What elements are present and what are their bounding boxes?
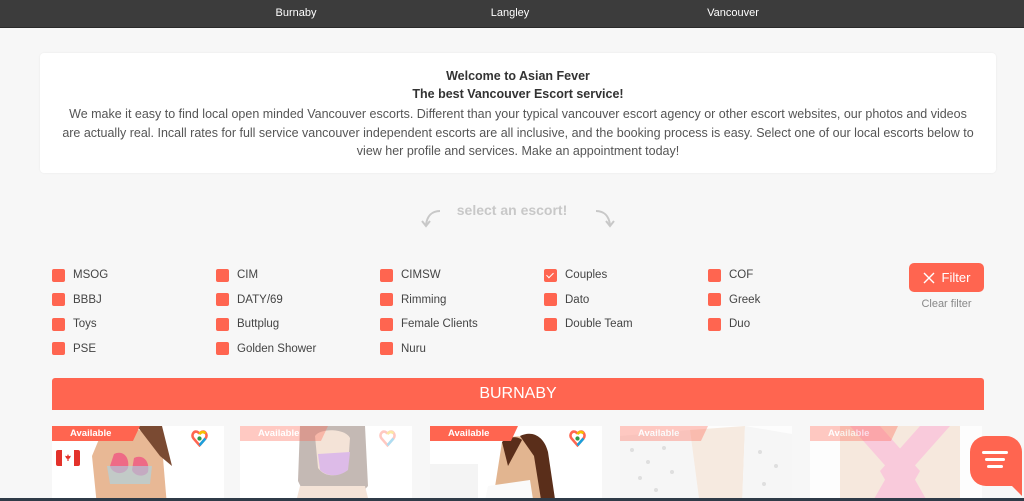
filter-golden-shower[interactable]: Golden Shower (216, 339, 366, 359)
filter-label: CIMSW (401, 269, 441, 281)
available-badge: Available (430, 426, 518, 441)
filter-bbbj[interactable]: BBBJ (52, 290, 202, 310)
welcome-title: Welcome to Asian Fever (446, 69, 590, 83)
filter-buttplug[interactable]: Buttplug (216, 314, 366, 334)
filter-label: DATY/69 (237, 293, 283, 306)
select-escort-hint: select an escort! (456, 202, 568, 218)
welcome-panel: Welcome to Asian Fever The best Vancouve… (40, 53, 996, 173)
checkbox[interactable] (380, 317, 393, 331)
checkbox[interactable] (708, 317, 721, 331)
checkbox[interactable] (544, 317, 557, 331)
curved-arrow-right-icon (592, 208, 616, 230)
checkbox[interactable] (52, 317, 65, 331)
checkbox[interactable] (216, 293, 229, 306)
checkbox[interactable] (380, 342, 393, 355)
filter-female-clients[interactable]: Female Clients (380, 314, 530, 334)
chat-widget-button[interactable] (970, 436, 1022, 486)
filter-nuru[interactable]: Nuru (380, 339, 530, 359)
escort-card[interactable]: Available (430, 426, 602, 501)
filter-label: Duo (729, 318, 751, 330)
filter-toys[interactable]: Toys (52, 314, 202, 334)
filter-couples[interactable]: Couples (544, 265, 694, 285)
checkbox[interactable] (52, 342, 65, 355)
filter-label: Nuru (401, 342, 426, 355)
filter-cof[interactable]: COF (708, 265, 858, 285)
filter-label: Golden Shower (237, 342, 317, 355)
filter-cim[interactable]: CIM (216, 265, 366, 285)
verified-heart-icon (569, 430, 586, 447)
top-nav: Burnaby Langley Vancouver (0, 0, 1024, 28)
checkbox[interactable] (216, 317, 229, 331)
checkbox[interactable] (380, 268, 393, 282)
filter-label: CIM (237, 269, 259, 281)
filter-label: Buttplug (237, 318, 280, 330)
filter-cimsw[interactable]: CIMSW (380, 265, 530, 285)
checkbox[interactable] (52, 268, 65, 282)
filter-greek[interactable]: Greek (708, 290, 858, 310)
filter-double-team[interactable]: Double Team (544, 314, 694, 334)
filter-dato[interactable]: Dato (544, 290, 694, 310)
filter-pse[interactable]: PSE (52, 339, 202, 359)
nav-link-vancouver[interactable]: Vancouver (707, 7, 759, 19)
filter-label: Couples (565, 269, 608, 281)
checkbox[interactable] (380, 293, 393, 306)
filter-label: Greek (729, 293, 761, 306)
filter-button-label: Filter (941, 270, 971, 285)
filter-label: Dato (565, 293, 590, 306)
available-badge: Available (240, 426, 328, 441)
checkbox-checked[interactable] (544, 268, 557, 282)
nav-link-langley[interactable]: Langley (491, 7, 530, 19)
region-header: BURNABY (52, 378, 984, 410)
filter-msog[interactable]: MSOG (52, 265, 202, 285)
clear-filter-link[interactable]: Clear filter (909, 298, 984, 310)
checkbox[interactable] (52, 293, 65, 306)
filter-label: Toys (73, 318, 97, 330)
verified-heart-icon (191, 430, 208, 447)
checkbox[interactable] (216, 268, 229, 282)
escort-card[interactable]: Available (620, 426, 792, 501)
filter-rimming[interactable]: Rimming (380, 290, 530, 310)
welcome-subtitle: The best Vancouver Escort service! (412, 87, 624, 101)
escort-card[interactable]: Available (240, 426, 412, 501)
checkbox[interactable] (544, 293, 557, 306)
filter-label: MSOG (73, 269, 109, 281)
filter-label: Double Team (565, 318, 633, 330)
filter-daty-69[interactable]: DATY/69 (216, 290, 366, 310)
filter-duo[interactable]: Duo (708, 314, 858, 334)
checkbox[interactable] (216, 342, 229, 355)
canada-flag-icon (56, 450, 80, 466)
escort-card[interactable]: Available (52, 426, 224, 501)
welcome-body: We make it easy to find local open minde… (62, 107, 974, 158)
verified-heart-icon (379, 430, 396, 447)
checkbox[interactable] (708, 293, 721, 306)
nav-link-burnaby[interactable]: Burnaby (276, 7, 317, 19)
close-icon (923, 272, 935, 283)
chat-menu-icon (982, 451, 1008, 472)
available-badge: Available (620, 426, 708, 441)
filter-label: PSE (73, 342, 97, 355)
filter-label: Female Clients (401, 318, 478, 330)
escort-card[interactable]: Available (810, 426, 982, 501)
filter-label: COF (729, 269, 754, 281)
filter-label: BBBJ (73, 293, 102, 306)
filter-button[interactable]: Filter (909, 263, 984, 292)
filter-label: Rimming (401, 293, 447, 306)
available-badge: Available (52, 426, 140, 441)
available-badge: Available (810, 426, 898, 441)
checkbox[interactable] (708, 268, 721, 282)
